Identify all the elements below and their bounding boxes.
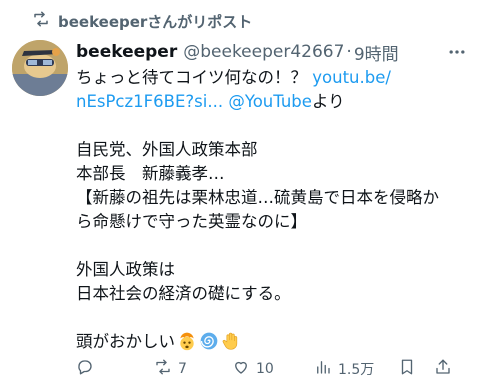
- repost-icon: [32, 10, 50, 32]
- share-icon: [434, 358, 452, 380]
- repost-count: 7: [178, 361, 187, 377]
- repost-button[interactable]: 7: [154, 358, 232, 380]
- repost-label: beekeeperさんがリポスト: [58, 12, 253, 31]
- post-text-span: 【新藤の祖先は栗林忠道…硫黄島で日本を侵略か: [76, 188, 439, 207]
- like-button[interactable]: 10: [232, 358, 314, 380]
- post-text-span: ら命懸けで守った英霊なのに】: [76, 212, 307, 231]
- post-time[interactable]: 9時間: [354, 40, 399, 65]
- bar-chart-icon: [314, 358, 332, 380]
- post-text: ちょっと待てコイツ何なの！？ youtu.be/nEsPcz1F6BE?si..…: [76, 66, 470, 354]
- heart-icon: [232, 358, 250, 380]
- post-text-span: 外国人政策は: [76, 260, 175, 279]
- bookmark-icon: [398, 358, 416, 380]
- post-line: ちょっと待てコイツ何なの！？ youtu.be/: [76, 66, 470, 90]
- post-line: 本部長 新藤義孝…: [76, 162, 470, 186]
- post-text-span: 自民党、外国人政策本部: [76, 140, 258, 159]
- post-link[interactable]: nEsPcz1F6BE?si...: [76, 92, 223, 111]
- post-text-span: ちょっと待てコイツ何なの！？: [76, 68, 313, 87]
- repost-action-icon: [154, 358, 172, 380]
- like-count: 10: [256, 361, 274, 377]
- post-text-span: 日本社会の経済の礎にする。: [76, 284, 291, 303]
- user-handle[interactable]: @beekeeper42667: [183, 42, 344, 62]
- post-line: nEsPcz1F6BE?si... @YouTubeより: [76, 90, 470, 114]
- repost-indicator[interactable]: beekeeperさんがリポスト: [32, 10, 252, 32]
- post-header: beekeeper @beekeeper42667 · 9時間: [76, 40, 468, 65]
- bookmark-button[interactable]: [398, 358, 434, 380]
- post-link[interactable]: @YouTube: [228, 92, 312, 111]
- post-line: 頭がおかしい: [76, 330, 470, 354]
- post-text-span: 本部長 新藤義孝…: [76, 164, 225, 183]
- views-button[interactable]: 1.5万: [314, 358, 398, 380]
- post-line: 【新藤の祖先は栗林忠道…硫黄島で日本を侵略か: [76, 186, 470, 210]
- display-name[interactable]: beekeeper: [76, 42, 177, 62]
- exploding-head-icon: [177, 331, 197, 351]
- post-line: 自民党、外国人政策本部: [76, 138, 470, 162]
- reply-icon: [76, 358, 94, 380]
- more-options-icon[interactable]: [444, 42, 470, 62]
- action-bar: 7 10 1.5万: [76, 357, 470, 381]
- raised-hand-icon: [221, 331, 241, 351]
- views-count: 1.5万: [338, 362, 375, 378]
- avatar[interactable]: [12, 40, 68, 96]
- post-line: 日本社会の経済の礎にする。: [76, 282, 470, 306]
- post-line: ら命懸けで守った英霊なのに】: [76, 210, 470, 234]
- post-line: 外国人政策は: [76, 258, 470, 282]
- separator-dot: ·: [346, 42, 352, 62]
- share-button[interactable]: [434, 358, 464, 380]
- post-link[interactable]: youtu.be/: [312, 68, 391, 87]
- reply-button[interactable]: [76, 358, 154, 380]
- dizzy-spiral-icon: [199, 331, 219, 351]
- post-text-span: より: [311, 92, 345, 111]
- post-text-span: 頭がおかしい: [76, 332, 175, 351]
